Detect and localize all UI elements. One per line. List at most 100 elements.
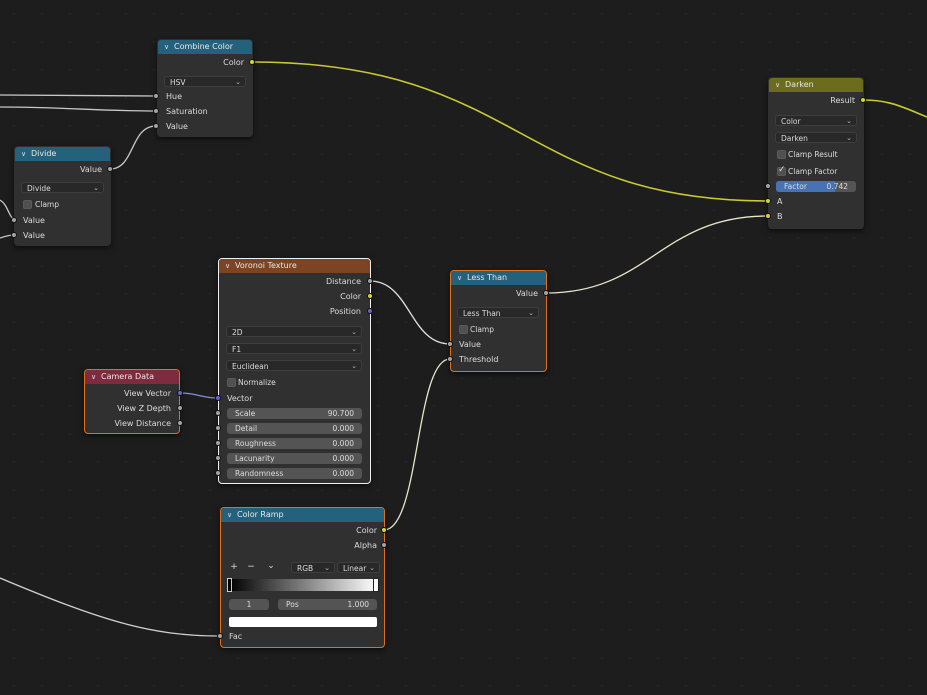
combine-color-node[interactable]: ∨ Combine Color Color HSV ⌄ Hue Saturation… xyxy=(157,39,253,137)
voronoi-randomness-field[interactable]: Randomness 0.000 xyxy=(227,468,362,479)
divide-output-socket[interactable] xyxy=(107,166,113,172)
voronoi-color-socket[interactable] xyxy=(367,293,373,299)
link-camera-to-vector xyxy=(179,392,219,399)
voronoi-detail-value: 0.000 xyxy=(332,424,354,433)
voronoi-roughness-socket[interactable] xyxy=(215,440,221,446)
less-than-threshold-socket[interactable] xyxy=(447,356,453,362)
less-than-clamp-checkbox[interactable] xyxy=(459,325,468,334)
collapse-chevron-icon[interactable]: ∨ xyxy=(775,78,785,92)
less-than-header[interactable]: ∨ Less Than xyxy=(451,271,546,285)
combine-color-header[interactable]: ∨ Combine Color xyxy=(158,40,252,54)
camera-view-vector-socket[interactable] xyxy=(177,390,183,396)
combine-color-hue-label: Hue xyxy=(166,92,183,101)
voronoi-randomness-value: 0.000 xyxy=(332,469,354,478)
voronoi-detail-socket[interactable] xyxy=(215,425,221,431)
less-than-output-socket[interactable] xyxy=(543,290,549,296)
camera-view-distance-socket[interactable] xyxy=(177,420,183,426)
color-ramp-color-socket[interactable] xyxy=(381,527,387,533)
voronoi-scale-socket[interactable] xyxy=(215,410,221,416)
voronoi-roughness-field[interactable]: Roughness 0.000 xyxy=(227,438,362,449)
divide-value1-socket[interactable] xyxy=(11,217,17,223)
color-ramp-fac-socket[interactable] xyxy=(217,633,223,639)
voronoi-lacunarity-field[interactable]: Lacunarity 0.000 xyxy=(227,453,362,464)
combine-color-value-label: Value xyxy=(166,122,188,131)
darken-factor-socket[interactable] xyxy=(765,183,771,189)
collapse-chevron-icon[interactable]: ∨ xyxy=(457,271,467,285)
voronoi-dimensions-dropdown[interactable]: 2D ⌄ xyxy=(226,326,362,337)
camera-data-node[interactable]: ∨ Camera Data View Vector View Z Depth Vi… xyxy=(84,369,180,434)
voronoi-lacunarity-label: Lacunarity xyxy=(235,454,275,463)
darken-header[interactable]: ∨ Darken xyxy=(769,78,863,92)
voronoi-randomness-socket[interactable] xyxy=(215,470,221,476)
divide-clamp-checkbox[interactable] xyxy=(23,200,32,209)
add-stop-icon[interactable]: + xyxy=(228,562,240,573)
voronoi-detail-field[interactable]: Detail 0.000 xyxy=(227,423,362,434)
voronoi-vector-socket[interactable] xyxy=(215,395,221,401)
chevron-down-icon: ⌄ xyxy=(528,309,534,317)
combine-color-output-socket[interactable] xyxy=(249,59,255,65)
combine-color-value-socket[interactable] xyxy=(153,123,159,129)
combine-color-saturation-socket[interactable] xyxy=(153,108,159,114)
color-ramp-gradient[interactable] xyxy=(229,579,377,591)
color-ramp-title: Color Ramp xyxy=(237,510,284,519)
less-than-title: Less Than xyxy=(467,273,508,282)
voronoi-dimensions-value: 2D xyxy=(232,328,243,337)
darken-result-socket[interactable] xyxy=(860,97,866,103)
voronoi-normalize-checkbox[interactable] xyxy=(227,378,236,387)
color-ramp-color-label: Color xyxy=(356,526,377,535)
darken-datatype-dropdown[interactable]: Color ⌄ xyxy=(775,115,857,126)
voronoi-randomness-label: Randomness xyxy=(235,469,284,478)
ramp-menu-chevron-icon[interactable]: ⌄ xyxy=(265,561,277,572)
darken-node[interactable]: ∨ Darken Result Color ⌄ Darken ⌄ Clamp Resu… xyxy=(768,77,864,229)
darken-b-label: B xyxy=(777,212,783,221)
color-ramp-pos-field[interactable]: Pos 1.000 xyxy=(278,599,377,610)
voronoi-texture-node[interactable]: ∨ Voronoi Texture Distance Color Position… xyxy=(218,258,371,484)
camera-view-z-depth-socket[interactable] xyxy=(177,405,183,411)
less-than-value-socket[interactable] xyxy=(447,341,453,347)
collapse-chevron-icon[interactable]: ∨ xyxy=(225,259,235,273)
link-darken-result-out xyxy=(863,99,927,118)
darken-a-socket[interactable] xyxy=(765,198,771,204)
combine-color-mode-dropdown[interactable]: HSV ⌄ xyxy=(164,76,246,87)
voronoi-scale-label: Scale xyxy=(235,409,256,418)
color-ramp-index-field[interactable]: 1 xyxy=(229,599,269,610)
remove-stop-icon[interactable]: − xyxy=(245,562,257,573)
darken-clamp-result-checkbox[interactable] xyxy=(777,150,786,159)
combine-color-hue-socket[interactable] xyxy=(153,93,159,99)
ramp-stop-white[interactable] xyxy=(373,578,379,592)
voronoi-lacunarity-socket[interactable] xyxy=(215,455,221,461)
camera-data-header[interactable]: ∨ Camera Data xyxy=(85,370,179,384)
voronoi-distance-socket[interactable] xyxy=(367,278,373,284)
voronoi-feature-value: F1 xyxy=(232,345,242,354)
divide-node[interactable]: ∨ Divide Value Divide ⌄ Clamp Value Value xyxy=(14,146,111,246)
darken-factor-slider[interactable]: Factor 0.742 xyxy=(776,181,856,192)
color-ramp-header[interactable]: ∨ Color Ramp xyxy=(221,508,384,522)
voronoi-feature-dropdown[interactable]: F1 ⌄ xyxy=(226,343,362,354)
divide-operation-dropdown[interactable]: Divide ⌄ xyxy=(21,182,104,193)
combine-color-saturation-label: Saturation xyxy=(166,107,208,116)
divide-header[interactable]: ∨ Divide xyxy=(15,147,110,161)
color-ramp-interpolation-value: Linear xyxy=(343,564,367,573)
voronoi-scale-field[interactable]: Scale 90.700 xyxy=(227,408,362,419)
collapse-chevron-icon[interactable]: ∨ xyxy=(227,508,237,522)
divide-operation-value: Divide xyxy=(27,184,51,193)
collapse-chevron-icon[interactable]: ∨ xyxy=(164,40,174,54)
color-ramp-mode-dropdown[interactable]: RGB ⌄ xyxy=(291,562,335,573)
color-ramp-swatch[interactable] xyxy=(229,617,377,627)
link-ramp-to-threshold xyxy=(383,358,451,531)
less-than-node[interactable]: ∨ Less Than Value Less Than ⌄ Clamp Value … xyxy=(450,270,547,372)
darken-b-socket[interactable] xyxy=(765,213,771,219)
darken-clamp-factor-checkbox[interactable] xyxy=(777,165,786,176)
voronoi-header[interactable]: ∨ Voronoi Texture xyxy=(219,259,370,273)
voronoi-metric-dropdown[interactable]: Euclidean ⌄ xyxy=(226,360,362,371)
color-ramp-interpolation-dropdown[interactable]: Linear ⌄ xyxy=(337,562,380,573)
collapse-chevron-icon[interactable]: ∨ xyxy=(91,370,101,384)
less-than-operation-dropdown[interactable]: Less Than ⌄ xyxy=(457,307,539,318)
ramp-stop-black[interactable] xyxy=(227,578,232,592)
color-ramp-alpha-socket[interactable] xyxy=(381,542,387,548)
voronoi-position-socket[interactable] xyxy=(367,308,373,314)
divide-value2-socket[interactable] xyxy=(11,232,17,238)
collapse-chevron-icon[interactable]: ∨ xyxy=(21,147,31,161)
darken-blend-dropdown[interactable]: Darken ⌄ xyxy=(775,132,857,143)
color-ramp-node[interactable]: ∨ Color Ramp Color Alpha + − ⌄ RGB ⌄ Linea… xyxy=(220,507,385,648)
